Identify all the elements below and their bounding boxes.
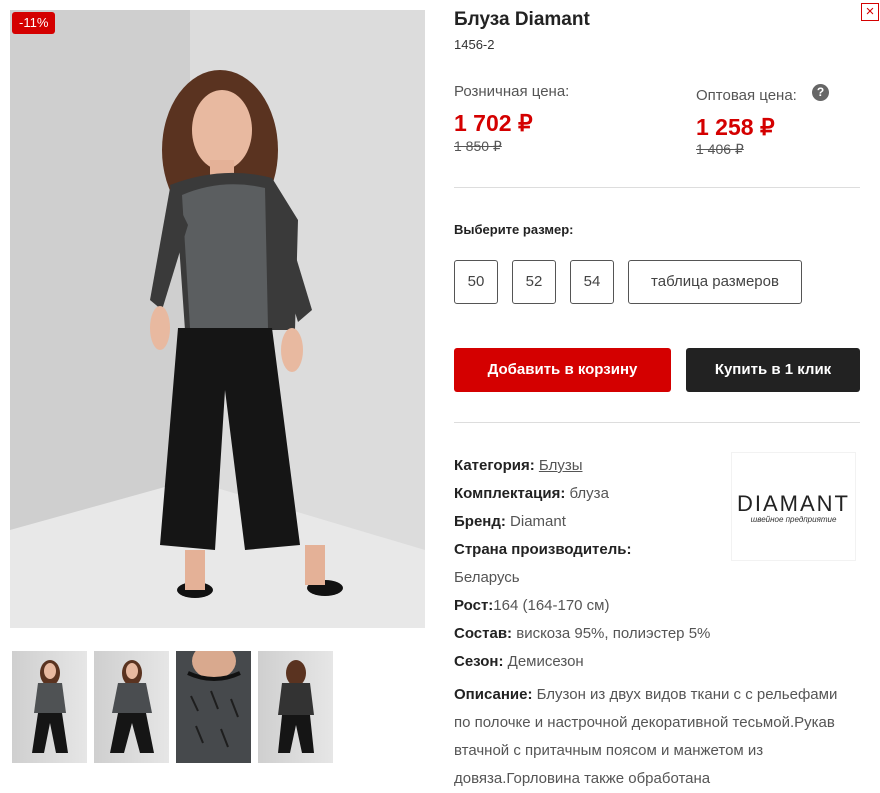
brand-logo-name: DIAMANT (737, 491, 850, 516)
size-option-50[interactable]: 50 (454, 260, 498, 304)
help-icon[interactable]: ? (812, 84, 829, 101)
buy-one-click-button[interactable]: Купить в 1 клик (686, 348, 860, 392)
divider (454, 187, 860, 188)
retail-price-label: Розничная цена: (454, 83, 570, 100)
spec-label: Описание: (454, 686, 533, 703)
retail-old-price: 1 850 ₽ (454, 138, 502, 154)
retail-price: 1 702 ₽ (454, 110, 533, 136)
close-button[interactable]: × (861, 3, 879, 21)
spec-label: Категория: (454, 457, 535, 474)
spec-season: Сезон: Демисезон (454, 653, 584, 670)
product-title: Блуза Diamant (454, 9, 590, 30)
spec-value: Diamant (510, 513, 566, 530)
spec-value: блуза (569, 485, 609, 502)
wholesale-price-label: Оптовая цена: (696, 87, 797, 104)
main-product-photo[interactable] (10, 10, 425, 628)
spec-description: Описание: Блузон из двух видов ткани с с… (454, 681, 854, 793)
thumbnail-2[interactable] (94, 651, 169, 763)
spec-label: Бренд: (454, 513, 506, 530)
spec-country-value: Беларусь (454, 569, 520, 586)
wholesale-price: 1 258 ₽ (696, 114, 775, 140)
brand-logo[interactable]: DIAMANT швейное предприятие (732, 453, 855, 560)
close-icon: × (865, 3, 875, 20)
divider (454, 422, 860, 423)
spec-label: Сезон: (454, 653, 504, 670)
spec-brand: Бренд: Diamant (454, 513, 566, 530)
spec-set: Комплектация: блуза (454, 485, 609, 502)
thumbnail-4[interactable] (258, 651, 333, 763)
spec-label: Рост: (454, 597, 494, 614)
spec-category: Категория: Блузы (454, 457, 582, 474)
spec-value: 164 (164-170 см) (493, 597, 610, 614)
spec-label: Страна производитель: (454, 541, 632, 558)
size-table-button[interactable]: таблица размеров (628, 260, 802, 304)
category-link[interactable]: Блузы (539, 457, 583, 474)
size-option-52[interactable]: 52 (512, 260, 556, 304)
spec-height: Рост:164 (164-170 см) (454, 597, 610, 614)
brand-logo-tagline: швейное предприятие (750, 515, 837, 524)
wholesale-old-price: 1 406 ₽ (696, 141, 744, 157)
spec-composition: Состав: вискоза 95%, полиэстер 5% (454, 625, 710, 642)
thumbnail-1[interactable] (12, 651, 87, 763)
spec-label: Состав: (454, 625, 513, 642)
discount-badge: -11% (12, 12, 56, 34)
add-to-cart-button[interactable]: Добавить в корзину (454, 348, 671, 392)
spec-country: Страна производитель: (454, 541, 631, 558)
product-sku: 1456-2 (454, 37, 495, 52)
thumbnail-3[interactable] (176, 651, 251, 763)
spec-value: вискоза 95%, полиэстер 5% (516, 625, 711, 642)
size-label: Выберите размер: (454, 222, 574, 237)
size-option-54[interactable]: 54 (570, 260, 614, 304)
spec-label: Комплектация: (454, 485, 566, 502)
spec-value: Демисезон (507, 653, 584, 670)
